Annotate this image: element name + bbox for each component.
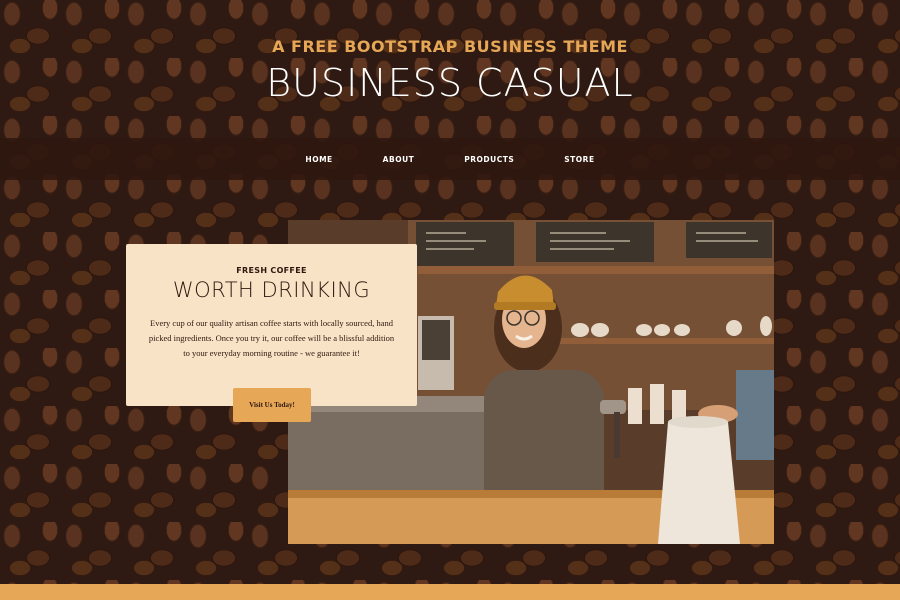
nav-link-home[interactable]: HOME bbox=[280, 155, 357, 164]
site-heading-upper: A FREE BOOTSTRAP BUSINESS THEME bbox=[272, 37, 628, 56]
bottom-band bbox=[0, 584, 900, 600]
nav-link-store[interactable]: STORE bbox=[539, 155, 619, 164]
product-title-upper: FRESH COFFEE bbox=[236, 266, 307, 275]
nav-link-about[interactable]: ABOUT bbox=[358, 155, 440, 164]
product-card: FRESH COFFEE WORTH DRINKING Every cup of… bbox=[126, 244, 417, 406]
visit-us-button[interactable]: Visit Us Today! bbox=[233, 388, 311, 422]
site-heading: A FREE BOOTSTRAP BUSINESS THEME BUSINESS… bbox=[0, 36, 900, 106]
product-description: Every cup of our quality artisan coffee … bbox=[148, 318, 395, 358]
site-heading-lower: BUSINESS CASUAL bbox=[266, 61, 634, 105]
product-title-lower: WORTH DRINKING bbox=[172, 278, 371, 302]
main-navbar: HOME ABOUT PRODUCTS STORE bbox=[0, 138, 900, 180]
nav-link-products[interactable]: PRODUCTS bbox=[439, 155, 539, 164]
